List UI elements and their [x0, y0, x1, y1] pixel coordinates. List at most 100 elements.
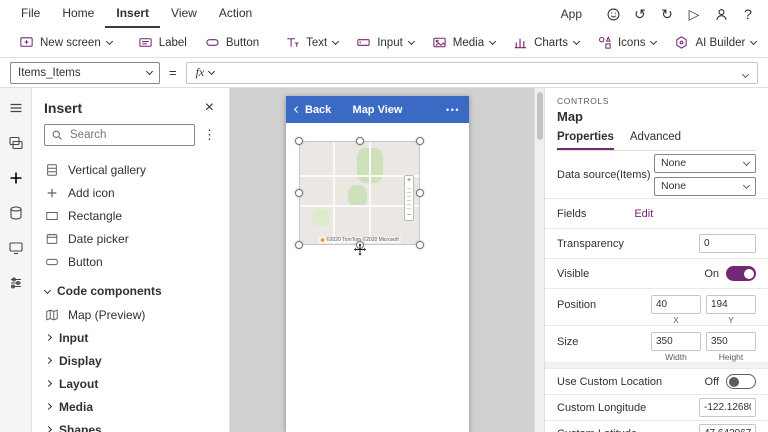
- formula-expand-button[interactable]: [734, 64, 757, 82]
- search-input[interactable]: [68, 128, 188, 142]
- chevron-down-icon: [743, 181, 750, 188]
- resize-handle[interactable]: [416, 137, 424, 145]
- resize-handle[interactable]: [295, 241, 303, 249]
- category-display[interactable]: Display: [32, 349, 229, 372]
- section-code-components[interactable]: Code components: [32, 279, 229, 303]
- menu-insert[interactable]: Insert: [105, 0, 160, 28]
- advanced-tools-icon[interactable]: [6, 273, 26, 293]
- undo-icon[interactable]: ↺: [628, 2, 652, 26]
- insert-plus-icon[interactable]: [6, 168, 26, 188]
- insert-item-vertical-gallery[interactable]: Vertical gallery: [32, 158, 229, 181]
- size-controls: Width Height: [651, 332, 756, 362]
- scrollbar-thumb[interactable]: [537, 92, 543, 140]
- main-area: Insert × ⋮ Vertical gallery Add icon: [0, 88, 768, 432]
- fx-selector[interactable]: fx: [187, 65, 224, 80]
- category-label: Media: [59, 400, 93, 414]
- position-x-input[interactable]: [651, 295, 701, 314]
- app-screen-canvas[interactable]: Back Map View ••• +: [286, 96, 469, 432]
- new-screen-button[interactable]: New screen: [10, 28, 121, 57]
- charts-label: Charts: [534, 37, 568, 49]
- search-box[interactable]: [44, 124, 195, 146]
- zoom-in-icon[interactable]: +: [407, 177, 411, 184]
- ai-builder-menu[interactable]: AI Builder: [665, 28, 765, 57]
- overflow-menu-icon[interactable]: •••: [446, 105, 460, 115]
- resize-handle[interactable]: [416, 189, 424, 197]
- resize-handle[interactable]: [416, 241, 424, 249]
- insert-item-map-preview[interactable]: Map (Preview): [32, 303, 229, 326]
- tree-view-icon[interactable]: [6, 133, 26, 153]
- size-height-input[interactable]: [706, 332, 756, 351]
- menu-home[interactable]: Home: [51, 0, 105, 28]
- custom-location-state-label: Off: [705, 376, 719, 388]
- text-menu[interactable]: Text: [276, 28, 347, 57]
- resize-handle[interactable]: [295, 189, 303, 197]
- insert-item-button[interactable]: Button: [32, 250, 229, 273]
- size-width-input[interactable]: [651, 332, 701, 351]
- data-source-row: Data source(Items) None None: [545, 151, 768, 199]
- custom-location-toggle[interactable]: [726, 374, 756, 389]
- controls-eyebrow: CONTROLS: [557, 96, 756, 106]
- button-button[interactable]: Button: [196, 28, 268, 57]
- visible-toggle[interactable]: [726, 266, 756, 281]
- data-icon[interactable]: [6, 203, 26, 223]
- insert-list: Vertical gallery Add icon Rectangle Date…: [32, 158, 229, 432]
- insert-item-date-picker[interactable]: Date picker: [32, 227, 229, 250]
- chevron-down-icon: [489, 38, 496, 45]
- custom-longitude-row: Custom Longitude: [545, 395, 768, 421]
- map-control[interactable]: + − ©2020 TomTom ©2020 Microsoft: [299, 141, 420, 245]
- play-icon[interactable]: ▷: [682, 2, 706, 26]
- transparency-row: Transparency: [545, 229, 768, 259]
- kebab-menu-icon[interactable]: ⋮: [200, 127, 219, 143]
- menu-view[interactable]: View: [160, 0, 208, 28]
- resize-handle[interactable]: [295, 137, 303, 145]
- charts-menu[interactable]: Charts: [504, 28, 588, 57]
- person-icon[interactable]: [709, 2, 733, 26]
- chevron-down-icon: [743, 158, 750, 165]
- help-icon[interactable]: ?: [736, 2, 760, 26]
- menu-action[interactable]: Action: [208, 0, 263, 28]
- position-y-input[interactable]: [706, 295, 756, 314]
- transparency-input[interactable]: [699, 234, 756, 253]
- category-media[interactable]: Media: [32, 395, 229, 418]
- formula-input[interactable]: [223, 63, 734, 83]
- category-label: Input: [59, 331, 88, 345]
- icons-menu[interactable]: Icons: [588, 28, 666, 57]
- insert-item-rectangle[interactable]: Rectangle: [32, 204, 229, 227]
- zoom-slider[interactable]: [407, 185, 411, 211]
- category-layout[interactable]: Layout: [32, 372, 229, 395]
- category-input[interactable]: Input: [32, 326, 229, 349]
- media-menu[interactable]: Media: [423, 28, 504, 57]
- chevron-down-icon: [750, 38, 757, 45]
- insert-item-add-icon[interactable]: Add icon: [32, 181, 229, 204]
- fields-edit-link[interactable]: Edit: [634, 208, 653, 220]
- transparency-label: Transparency: [557, 238, 624, 250]
- position-x-group: X: [651, 295, 701, 325]
- media-rail-icon[interactable]: [6, 238, 26, 258]
- resize-handle[interactable]: [356, 137, 364, 145]
- custom-latitude-input[interactable]: [699, 424, 756, 432]
- map-green-area: [348, 185, 367, 207]
- chevron-right-icon: [45, 403, 52, 410]
- tab-advanced[interactable]: Advanced: [630, 131, 681, 150]
- close-icon[interactable]: ×: [202, 100, 217, 116]
- category-shapes[interactable]: Shapes: [32, 418, 229, 432]
- canvas-scrollbar[interactable]: [534, 88, 544, 432]
- data-source-select-2[interactable]: None: [654, 177, 756, 196]
- chevron-right-icon: [45, 357, 52, 364]
- back-button[interactable]: Back: [295, 104, 331, 116]
- menu-file[interactable]: File: [10, 0, 51, 28]
- label-button[interactable]: Label: [129, 28, 196, 57]
- position-row: Position X Y: [545, 289, 768, 326]
- redo-icon[interactable]: ↻: [655, 2, 679, 26]
- feedback-icon[interactable]: [601, 2, 625, 26]
- tab-properties[interactable]: Properties: [557, 131, 614, 150]
- hamburger-menu-icon[interactable]: [6, 98, 26, 118]
- zoom-out-icon[interactable]: −: [407, 212, 411, 219]
- property-selector[interactable]: Items_Items: [10, 62, 160, 84]
- category-label: Shapes: [59, 423, 102, 432]
- data-source-select-1[interactable]: None: [654, 154, 756, 173]
- custom-longitude-input[interactable]: [699, 398, 756, 417]
- map-zoom-control[interactable]: + −: [404, 175, 414, 221]
- plus-icon: [45, 186, 59, 200]
- input-menu[interactable]: Input: [347, 28, 423, 57]
